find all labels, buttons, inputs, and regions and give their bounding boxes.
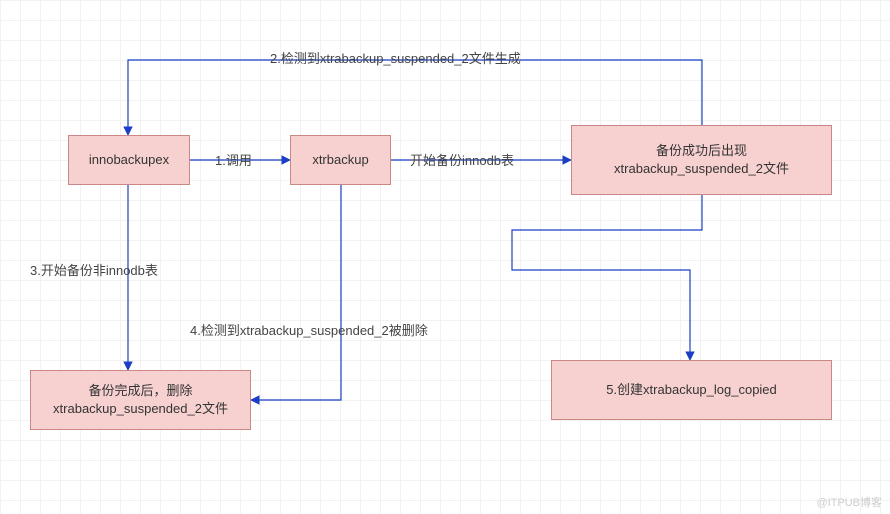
node-xtrbackup: xtrbackup (290, 135, 391, 185)
background-grid (0, 0, 890, 514)
node-backup-success: 备份成功后出现 xtrabackup_suspended_2文件 (571, 125, 832, 195)
node-backup-done-delete: 备份完成后，删除 xtrabackup_suspended_2文件 (30, 370, 251, 430)
node-log-copied: 5.创建xtrabackup_log_copied (551, 360, 832, 420)
node-label: 备份完成后，删除 xtrabackup_suspended_2文件 (53, 382, 228, 418)
node-label: 备份成功后出现 xtrabackup_suspended_2文件 (614, 142, 789, 178)
node-label: innobackupex (89, 151, 169, 169)
edge-label-call: 1.调用 (215, 150, 252, 169)
node-label: 5.创建xtrabackup_log_copied (606, 381, 777, 399)
edge-label-start-backup-innodb: 开始备份innodb表 (410, 150, 514, 169)
node-label: xtrbackup (312, 151, 368, 169)
watermark: @ITPUB博客 (816, 494, 882, 510)
edge-label-start-backup-non-innodb: 3.开始备份非innodb表 (30, 260, 158, 279)
edge-label-detect-deleted: 4.检测到xtrabackup_suspended_2被删除 (190, 320, 428, 339)
node-innobackupex: innobackupex (68, 135, 190, 185)
edge-label-detect-generated: 2.检测到xtrabackup_suspended_2文件生成 (270, 48, 521, 67)
